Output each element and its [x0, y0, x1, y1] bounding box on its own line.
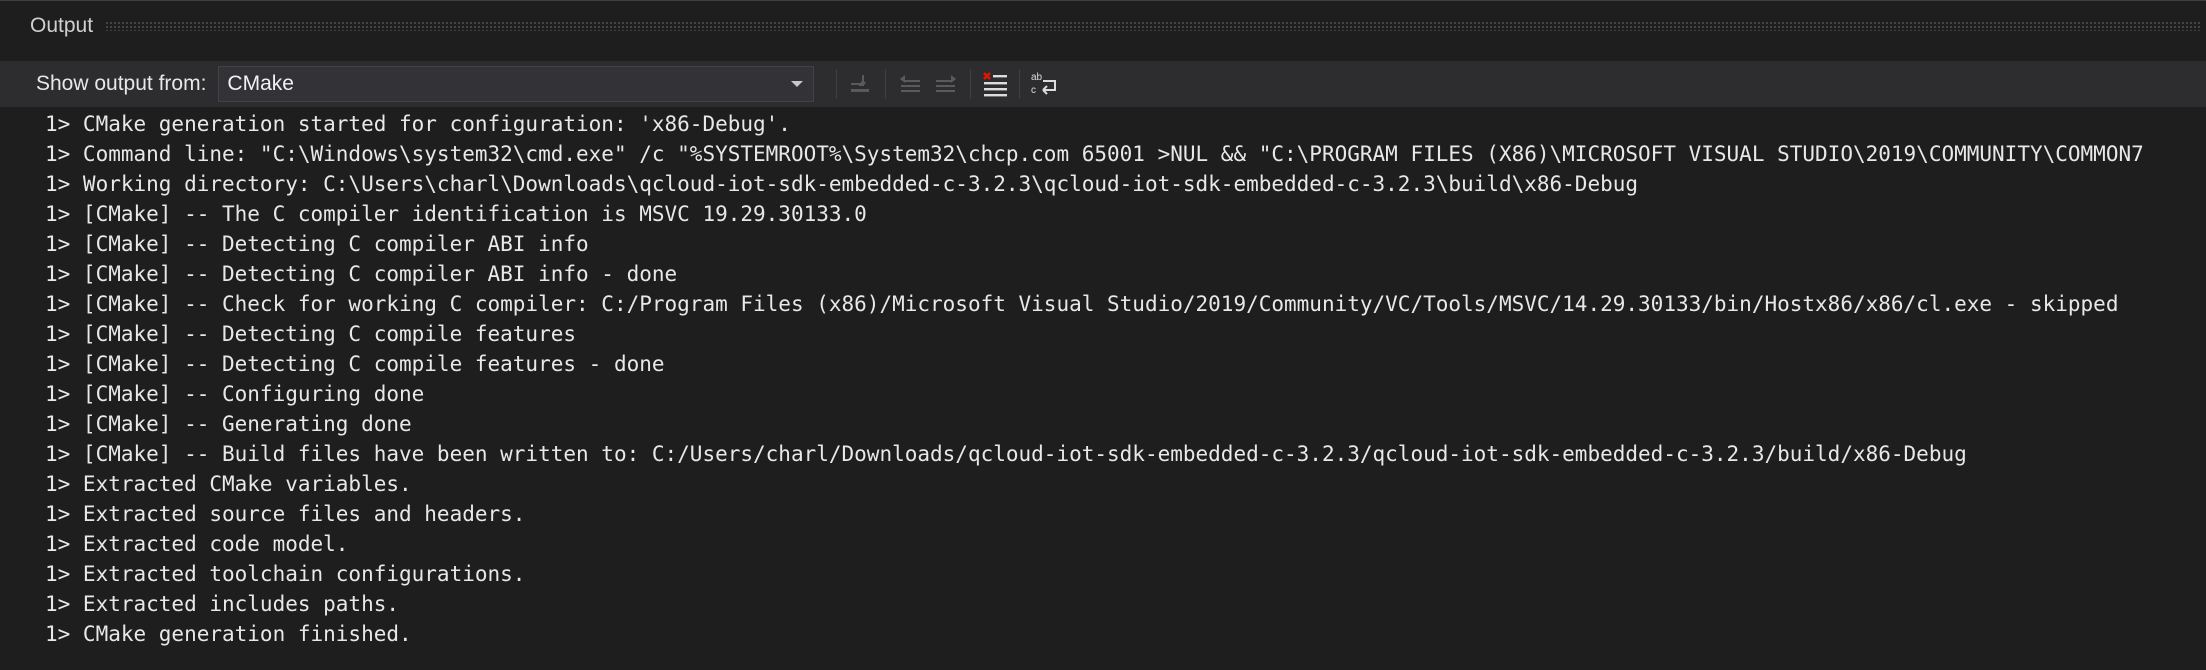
word-wrap-button[interactable]: ab c	[1026, 66, 1062, 102]
panel-titlebar[interactable]: Output	[0, 13, 2206, 39]
toolbar-separator	[885, 69, 887, 99]
output-line: 1> [CMake] -- Generating done	[45, 412, 412, 436]
output-source-value: CMake	[227, 72, 294, 95]
show-output-from-label: Show output from:	[36, 72, 207, 95]
output-line: 1> [CMake] -- Detecting C compile featur…	[45, 322, 577, 346]
toolbar-separator	[1019, 69, 1021, 99]
output-line: 1> Extracted includes paths.	[45, 592, 400, 616]
output-line: 1> [CMake] -- Detecting C compiler ABI i…	[45, 262, 678, 286]
output-line: 1> Extracted CMake variables.	[45, 472, 412, 496]
panel-title: Output	[30, 14, 94, 37]
word-wrap-icon: ab c	[1029, 69, 1059, 99]
output-line: 1> [CMake] -- Detecting C compile featur…	[45, 352, 665, 376]
output-line: 1> [CMake] -- Detecting C compiler ABI i…	[45, 232, 589, 256]
output-panel: Output Show output from: CMake ab c 1> C…	[0, 0, 2206, 670]
svg-text:ab: ab	[1031, 72, 1043, 83]
output-line: 1> Extracted code model.	[45, 532, 349, 556]
output-line: 1> [CMake] -- The C compiler identificat…	[45, 202, 867, 226]
output-line: 1> [CMake] -- Build files have been writ…	[45, 442, 1967, 466]
output-line: 1> [CMake] -- Check for working C compil…	[45, 292, 2119, 316]
output-line: 1> CMake generation started for configur…	[45, 112, 791, 136]
svg-text:c: c	[1031, 85, 1036, 96]
output-toolbar: Show output from: CMake ab c	[0, 61, 2206, 107]
title-grip[interactable]	[105, 21, 2200, 31]
next-message-icon	[933, 71, 959, 97]
go-to-line-icon	[848, 71, 874, 97]
previous-message-icon	[897, 71, 923, 97]
output-source-select[interactable]: CMake	[218, 66, 815, 102]
output-line: 1> CMake generation finished.	[45, 622, 412, 646]
output-text-area[interactable]: 1> CMake generation started for configur…	[0, 109, 2206, 670]
output-line: 1> Extracted source files and headers.	[45, 502, 526, 526]
toolbar-separator	[836, 69, 838, 99]
previous-message-button[interactable]	[892, 66, 928, 102]
output-line: 1> Working directory: C:\Users\charl\Dow…	[45, 172, 1639, 196]
clear-all-button[interactable]	[977, 66, 1013, 102]
output-line: 1> Extracted toolchain configurations.	[45, 562, 526, 586]
toolbar-separator	[970, 69, 972, 99]
output-line: 1> [CMake] -- Configuring done	[45, 382, 425, 406]
chevron-down-icon	[791, 81, 804, 87]
clear-all-icon	[981, 70, 1009, 98]
output-lines: 1> CMake generation started for configur…	[45, 109, 2144, 649]
next-message-button[interactable]	[928, 66, 964, 102]
output-line: 1> Command line: "C:\Windows\system32\cm…	[45, 142, 2144, 166]
go-to-line-button[interactable]	[843, 66, 879, 102]
